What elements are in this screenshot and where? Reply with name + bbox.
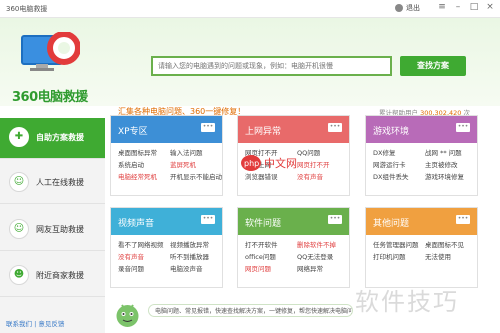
user-label: 退出	[406, 4, 420, 12]
sidebar-item-label: 附近商家救援	[36, 271, 84, 280]
search-input[interactable]	[153, 58, 390, 74]
card-header: 其他问题 •••	[366, 208, 477, 235]
php-logo-icon: php 中文网	[241, 155, 297, 171]
card-link[interactable]: 网页问题	[245, 263, 297, 275]
window-title: 360电脑救援	[6, 5, 48, 13]
sidebar-item-label: 自助方案救援	[36, 133, 84, 142]
card-title[interactable]: 视频声音	[118, 216, 154, 229]
card-title[interactable]: XP专区	[118, 124, 148, 137]
more-icon[interactable]: •••	[201, 215, 215, 224]
minimize-icon[interactable]: –	[452, 2, 464, 12]
card-link[interactable]: 录音问题	[118, 263, 170, 275]
card-link[interactable]: 主页被修改	[425, 159, 477, 171]
card-header: XP专区 •••	[111, 116, 222, 143]
card-title[interactable]: 软件问题	[245, 216, 281, 229]
more-icon[interactable]: •••	[201, 123, 215, 132]
more-icon[interactable]: •••	[328, 123, 342, 132]
card-link[interactable]: 打印机问题	[373, 251, 425, 263]
header: 360电脑救援 查找方案 汇集各种电脑问题、360一键修复！ 累计帮助用户 30…	[0, 18, 500, 117]
card-link[interactable]: 看不了网络视频	[118, 239, 170, 251]
card-link[interactable]: 打不开软件	[245, 239, 297, 251]
card-link[interactable]: 输入法问题	[170, 147, 222, 159]
card-link[interactable]: 网游运行卡	[373, 159, 425, 171]
card-title[interactable]: 游戏环境	[373, 124, 409, 137]
card-link[interactable]: 桌面图标异常	[118, 147, 170, 159]
card-link[interactable]: 桌面图标不见	[425, 239, 477, 251]
more-icon[interactable]: •••	[328, 215, 342, 224]
card-link[interactable]: QQ无法登录	[297, 251, 349, 263]
shop-icon: ☻	[9, 265, 29, 285]
card-link[interactable]: 删除软件不掉	[297, 239, 349, 251]
card-link[interactable]: 系统启动	[118, 159, 170, 171]
footer-link[interactable]: 联系我们 | 意见反馈	[6, 318, 64, 328]
card-link[interactable]: 无法使用	[425, 251, 477, 263]
sidebar-item-label: 网友互助救援	[36, 225, 84, 234]
category-card-software: 软件问题 ••• 打不开软件 删除软件不掉 office问题 QQ无法登录 网页问题…	[237, 207, 350, 288]
close-icon[interactable]: ×	[484, 2, 496, 12]
svg-text:php: php	[244, 159, 259, 168]
card-title[interactable]: 上网异常	[245, 124, 281, 137]
sidebar-item-online-support[interactable]: ☺ 人工在线救援	[0, 163, 105, 204]
more-icon[interactable]: •••	[456, 215, 470, 224]
search-button[interactable]: 查找方案	[400, 56, 466, 76]
more-icon[interactable]: •••	[456, 123, 470, 132]
card-link[interactable]	[373, 263, 425, 275]
card-link[interactable]: 战网 ** 问题	[425, 147, 477, 159]
card-header: 上网异常 •••	[238, 116, 349, 143]
svg-text:中文网: 中文网	[264, 156, 297, 170]
card-link[interactable]: 网络异常	[297, 263, 349, 275]
sidebar-item-self-help[interactable]: ✚ 自助方案救援	[0, 118, 105, 159]
card-title[interactable]: 其他问题	[373, 216, 409, 229]
card-link[interactable]	[425, 263, 477, 275]
card-header: 游戏环境 •••	[366, 116, 477, 143]
watermark: 软件技巧	[355, 288, 459, 316]
menu-icon[interactable]: ≡	[436, 2, 448, 12]
card-link[interactable]: 任务管理器问题	[373, 239, 425, 251]
category-card-games: 游戏环境 ••• DX修复 战网 ** 问题 网游运行卡 主页被修改 DX组件丢失游…	[365, 115, 478, 196]
card-link[interactable]: office问题	[245, 251, 297, 263]
monitor-lifebuoy-icon	[21, 32, 80, 71]
user-icon	[395, 4, 403, 12]
category-card-video-audio: 视频声音 ••• 看不了网络视频 视频播放异常 没有声音 听不到播放器 录音问题 电脑…	[110, 207, 223, 288]
sidebar-item-community[interactable]: ☺ 网友互助救援	[0, 210, 105, 251]
tip-bubble: 电脑问题、常见报错，快速查找解决方案，一键修复，帮您快速解决电脑问题哦！	[148, 304, 353, 317]
sidebar-item-nearby-shops[interactable]: ☻ 附近商家救援	[0, 256, 105, 297]
self-help-icon: ✚	[9, 127, 29, 147]
card-link[interactable]: 电脑没声音	[170, 263, 222, 275]
mascot-icon	[116, 304, 139, 327]
card-link[interactable]: 蓝屏死机	[170, 159, 222, 171]
app-logo: 360电脑救援	[12, 90, 88, 105]
title-bar: 360电脑救援 退出 ≡ – □ ×	[0, 0, 500, 18]
maximize-icon[interactable]: □	[468, 2, 480, 12]
card-link[interactable]: 视频播放异常	[170, 239, 222, 251]
card-header: 视频声音 •••	[111, 208, 222, 235]
search-field[interactable]	[151, 56, 392, 76]
card-link[interactable]: 听不到播放器	[170, 251, 222, 263]
card-link[interactable]: 游戏环境修复	[425, 171, 477, 183]
card-link[interactable]: DX组件丢失	[373, 171, 425, 183]
user-menu[interactable]: 退出	[395, 3, 420, 13]
card-link[interactable]: 开机显示不能启动	[170, 171, 222, 183]
card-link[interactable]: 电脑经常死机	[118, 171, 170, 183]
card-header: 软件问题 •••	[238, 208, 349, 235]
sidebar-item-label: 人工在线救援	[36, 178, 84, 187]
category-card-xp: XP专区 ••• 桌面图标异常 输入法问题 系统启动 蓝屏死机 电脑经常死机 开机显示…	[110, 115, 223, 196]
card-link[interactable]: 没有声音	[118, 251, 170, 263]
person-icon: ☺	[9, 172, 29, 192]
sidebar: ✚ 自助方案救援 ☺ 人工在线救援 ☺ 网友互助救援 ☻ 附近商家救援	[0, 118, 105, 333]
category-card-other: 其他问题 ••• 任务管理器问题 桌面图标不见 打印机问题 无法使用	[365, 207, 478, 288]
people-icon: ☺	[9, 219, 29, 239]
card-link[interactable]: DX修复	[373, 147, 425, 159]
